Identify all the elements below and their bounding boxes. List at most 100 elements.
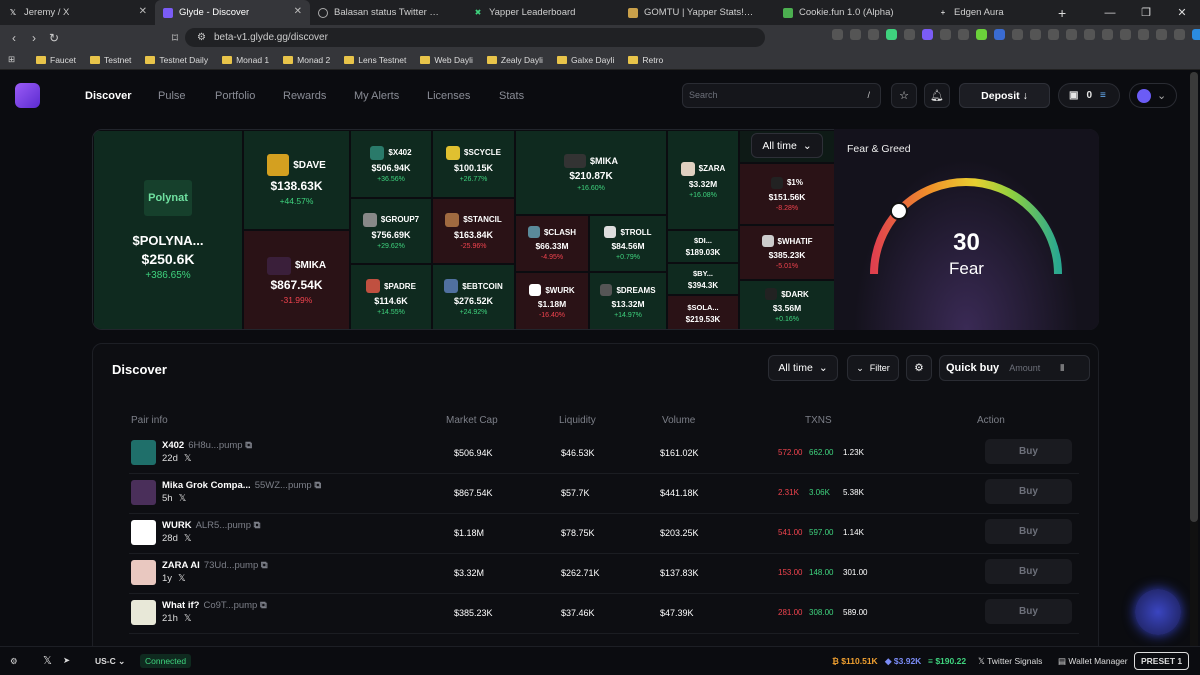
buy-button[interactable]: Buy: [985, 439, 1072, 464]
amount-input[interactable]: Amount: [1009, 363, 1040, 373]
heatmap-cell[interactable]: Polynat $POLYNA... $250.6K +386.65%: [93, 130, 243, 329]
bookmark-folder[interactable]: Web Dayli: [420, 55, 473, 65]
nav-licenses[interactable]: Licenses: [427, 90, 470, 102]
wallet-button[interactable]: ▣ 0 ≡: [1058, 83, 1120, 108]
heatmap-cell[interactable]: $TROLL $84.56M +0.79%: [589, 215, 667, 272]
close-icon[interactable]: ✕: [139, 6, 147, 17]
token-name[interactable]: WURK ALR5...pump ⧉: [162, 520, 260, 531]
heatmap-cell[interactable]: $WHATIF $385.23K -5.01%: [739, 225, 835, 280]
heatmap-cell[interactable]: $X402 $506.94K +36.56%: [350, 130, 432, 198]
table-row[interactable]: WURK ALR5...pump ⧉ 28d 𝕏 $1.18M $78.75K $203.2…: [129, 514, 1079, 554]
extension-icon[interactable]: [1192, 29, 1200, 40]
bookmark-folder[interactable]: Zealy Dayli: [486, 55, 543, 65]
bookmark-folder[interactable]: Testnet Daily: [145, 55, 208, 65]
heatmap-cell[interactable]: $DAVE $138.63K +44.57%: [243, 130, 350, 230]
preset-button[interactable]: PRESET 1: [1134, 652, 1190, 670]
buy-button[interactable]: Buy: [985, 479, 1072, 504]
table-row[interactable]: Mika Grok Compa... 55WZ...pump ⧉ 5h 𝕏 $867.5…: [129, 474, 1079, 514]
heatmap-cell[interactable]: $ZARA $3.32M +16.08%: [667, 130, 739, 230]
assistant-bot-button[interactable]: [1135, 589, 1181, 635]
region-select[interactable]: US-C ⌄: [95, 656, 125, 667]
back-icon[interactable]: ‹: [4, 31, 24, 45]
extension-icon[interactable]: [1048, 29, 1059, 40]
heatmap-cell[interactable]: $SCYCLE $100.15K +26.77%: [432, 130, 515, 198]
minimize-icon[interactable]: —: [1092, 7, 1128, 19]
extension-icon[interactable]: [1084, 29, 1095, 40]
x-icon[interactable]: 𝕏: [179, 493, 187, 504]
profile-button[interactable]: ⌄: [1129, 83, 1177, 108]
buy-button[interactable]: Buy: [985, 519, 1072, 544]
bookmark-icon[interactable]: ⌑: [165, 31, 185, 45]
tab-cookie[interactable]: Cookie.fun 1.0 (Alpha): [775, 0, 930, 25]
buy-button[interactable]: Buy: [985, 559, 1072, 584]
heatmap-cell[interactable]: $DI... $189.03K: [667, 230, 739, 263]
nav-portfolio[interactable]: Portfolio: [215, 90, 255, 102]
bookmark-folder[interactable]: Retro: [628, 55, 663, 65]
bookmark-folder[interactable]: Faucet: [36, 55, 76, 65]
heatmap-cell[interactable]: $GROUP7 $756.69K +29.62%: [350, 198, 432, 264]
notifications-button[interactable]: 🔔︎: [924, 83, 950, 108]
bookmark-folder[interactable]: Lens Testnet: [344, 55, 406, 65]
bookmark-folder[interactable]: Monad 2: [283, 55, 330, 65]
glyde-logo[interactable]: [15, 83, 40, 108]
col-liquidity[interactable]: Liquidity: [559, 415, 596, 426]
heatmap-cell[interactable]: $SOLA... $219.53K: [667, 295, 739, 329]
x-icon[interactable]: 𝕏: [43, 654, 52, 667]
bookmark-folder[interactable]: Galxe Dayli: [556, 55, 614, 65]
copy-icon[interactable]: ⧉: [261, 560, 268, 571]
tab-glyde[interactable]: Glyde - Discover ✕: [155, 0, 310, 25]
extension-icon[interactable]: [1012, 29, 1023, 40]
close-icon[interactable]: ✕: [294, 6, 302, 17]
extension-icon[interactable]: [1066, 29, 1077, 40]
heatmap-cell[interactable]: $DREAMS $13.32M +14.97%: [589, 272, 667, 329]
col-volume[interactable]: Volume: [662, 415, 695, 426]
table-row[interactable]: ZARA AI 73Ud...pump ⧉ 1y 𝕏 $3.32M $262.71K $13…: [129, 554, 1079, 594]
extension-icon[interactable]: [922, 29, 933, 40]
table-row[interactable]: What if? Co9T...pump ⧉ 21h 𝕏 $385.23K $37.46K…: [129, 594, 1079, 634]
telegram-icon[interactable]: ➤: [63, 655, 70, 666]
copy-icon[interactable]: ⧉: [254, 520, 261, 531]
token-name[interactable]: ZARA AI 73Ud...pump ⧉: [162, 560, 268, 571]
copy-icon[interactable]: ⧉: [260, 600, 267, 611]
heatmap-cell[interactable]: $DARK $3.56M +0.16%: [739, 280, 835, 329]
tab-yapper[interactable]: ✖ Yapper Leaderboard: [465, 0, 620, 25]
extension-icon[interactable]: [850, 29, 861, 40]
search-input[interactable]: Search /: [682, 83, 881, 108]
extension-icon[interactable]: [1102, 29, 1113, 40]
extension-icon[interactable]: [958, 29, 969, 40]
twitter-signals-button[interactable]: 𝕏 Twitter Signals: [978, 656, 1042, 667]
deposit-button[interactable]: Deposit ↓: [959, 83, 1050, 108]
url-field[interactable]: ⚙ beta-v1.glyde.gg/discover: [185, 28, 765, 47]
heatmap-cell[interactable]: $MIKA $867.54K -31.99%: [243, 230, 350, 329]
nav-pulse[interactable]: Pulse: [158, 90, 186, 102]
token-name[interactable]: Mika Grok Compa... 55WZ...pump ⧉: [162, 480, 321, 491]
tab-gomtu[interactable]: GOMTU | Yapper Stats! | GOMTU: [620, 0, 775, 25]
nav-discover[interactable]: Discover: [85, 90, 131, 102]
settings-button[interactable]: ⚙: [906, 355, 932, 381]
heatmap-cell[interactable]: $CLASH $66.33M -4.95%: [515, 215, 589, 272]
tab-x[interactable]: 𝕏 Jeremy / X ✕: [0, 0, 155, 25]
copy-icon[interactable]: ⧉: [245, 440, 252, 451]
discover-timeframe-select[interactable]: All time ⌄: [768, 355, 838, 381]
extension-icon[interactable]: [1156, 29, 1167, 40]
nav-stats[interactable]: Stats: [499, 90, 524, 102]
extension-icon[interactable]: [886, 29, 897, 40]
extension-icon[interactable]: [994, 29, 1005, 40]
bookmark-folder[interactable]: Testnet: [90, 55, 131, 65]
extension-icon[interactable]: [1174, 29, 1185, 40]
x-icon[interactable]: 𝕏: [184, 613, 192, 624]
heatmap-cell[interactable]: $BY... $394.3K: [667, 263, 739, 295]
heatmap-cell[interactable]: $STANCIL $163.84K -25.96%: [432, 198, 515, 264]
reload-icon[interactable]: ↻: [44, 31, 64, 45]
tab-edgen[interactable]: + Edgen Aura: [930, 0, 1050, 25]
wallet-manager-button[interactable]: ▤ Wallet Manager: [1058, 656, 1128, 667]
tab-vooi[interactable]: Balasan status Twitter VOOI: [310, 0, 465, 25]
nav-my-alerts[interactable]: My Alerts: [354, 90, 399, 102]
x-icon[interactable]: 𝕏: [178, 573, 186, 584]
extension-icon[interactable]: [1138, 29, 1149, 40]
filter-button[interactable]: ⌄ Filter: [847, 355, 899, 381]
apps-icon[interactable]: ⊞: [8, 54, 15, 65]
extension-icon[interactable]: [868, 29, 879, 40]
preset-icon[interactable]: ⫴: [1060, 363, 1064, 374]
extension-icon[interactable]: [1120, 29, 1131, 40]
